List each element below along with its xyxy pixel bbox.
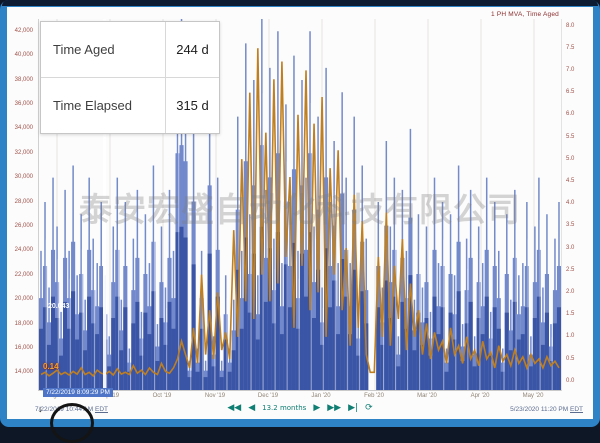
right-axis-tick: 3.5 — [566, 222, 574, 228]
month-label: May '20 — [516, 393, 550, 399]
orange-series-value-label: 0.14 — [43, 362, 59, 371]
right-axis-tick: 4.0 — [566, 200, 574, 206]
right-axis-tick: 2.0 — [566, 289, 574, 295]
left-axis-tick: 20,000 — [15, 296, 33, 302]
x-axis-labels: Aug '19Sep '19Oct '19Nov '19Dec '19Jan '… — [38, 393, 560, 403]
right-axis-tick: 1.5 — [566, 311, 574, 317]
series-legend: 1 PH MVA, Time Aged — [491, 11, 559, 18]
left-axis-tick: 38,000 — [15, 77, 33, 83]
month-label: Nov '19 — [198, 393, 232, 399]
left-axis-tick: 36,000 — [15, 101, 33, 107]
tooltip-row-time-elapsed: Time Elapsed 315 d — [41, 77, 219, 133]
step-forward-button[interactable]: ▶ — [313, 403, 320, 413]
chart-panel: 1 PH MVA, Time Aged 42,000 40,000 38,000 36… — [7, 7, 593, 419]
left-axis-tick: 16,000 — [15, 345, 33, 351]
tooltip-label: Time Elapsed — [41, 98, 165, 113]
tooltip-value: 244 d — [165, 22, 219, 77]
left-axis-tick: 28,000 — [15, 199, 33, 205]
left-axis-tick: 22,000 — [15, 272, 33, 278]
tooltip-value: 315 d — [165, 78, 219, 133]
end-time-timezone-link[interactable]: EDT — [570, 406, 583, 413]
right-axis-tick: 0.5 — [566, 356, 574, 362]
right-axis-tick: 7.0 — [566, 67, 574, 73]
skip-forward-button[interactable]: ▶▶ — [327, 403, 341, 413]
month-label: Oct '19 — [145, 393, 179, 399]
time-range-label: 13.2 months — [262, 404, 306, 412]
right-axis-tick: 5.5 — [566, 134, 574, 140]
jump-to-end-button[interactable]: ▶| — [348, 403, 358, 413]
left-axis-tick: 26,000 — [15, 223, 33, 229]
left-axis-tick: 18,000 — [15, 321, 33, 327]
value-tooltip-box: Time Aged 244 d Time Elapsed 315 d — [40, 21, 220, 134]
right-axis-tick: 6.5 — [566, 89, 574, 95]
left-axis-tick: 30,000 — [15, 174, 33, 180]
app-window: { "window": { "frame_color": "#2e83c6", … — [0, 0, 600, 427]
step-back-button[interactable]: ◀ — [248, 403, 255, 413]
right-axis-tick: 1.0 — [566, 333, 574, 339]
month-label: Apr '20 — [463, 393, 497, 399]
right-axis-tick: 3.0 — [566, 245, 574, 251]
month-label: Dec '19 — [251, 393, 285, 399]
left-axis-tick: 32,000 — [15, 150, 33, 156]
right-axis-ticks: 8.0 7.5 7.0 6.5 6.0 5.5 5.0 4.5 4.0 3.5 3.0 2.5 2.0 1… — [564, 19, 590, 390]
month-label: Mar '20 — [410, 393, 444, 399]
playback-toolbar: ◀◀◀13.2 months▶▶▶▶|⟳ — [227, 403, 372, 413]
right-axis-tick: 8.0 — [566, 23, 574, 29]
left-axis-tick: 24,000 — [15, 247, 33, 253]
refresh-button[interactable]: ⟳ — [365, 403, 373, 413]
skip-back-button[interactable]: ◀◀ — [227, 403, 241, 413]
hand-drawn-circle-annotation — [50, 403, 94, 443]
right-axis-tick: 7.5 — [566, 45, 574, 51]
chart-end-timestamp: 5/23/2020 11:20 PM EDT — [510, 406, 583, 413]
left-axis-tick: 34,000 — [15, 125, 33, 131]
blue-series-value-label: 20.043 — [48, 303, 69, 310]
right-axis-tick: 0.0 — [566, 378, 574, 384]
window-title-strip — [2, 0, 598, 6]
start-time-timezone-link[interactable]: EDT — [95, 406, 108, 413]
right-axis-tick: 5.0 — [566, 156, 574, 162]
end-time-text: 5/23/2020 11:20 PM — [510, 406, 568, 413]
left-axis-tick: 42,000 — [15, 28, 33, 34]
right-axis-tick: 6.0 — [566, 111, 574, 117]
tooltip-row-time-aged: Time Aged 244 d — [41, 22, 219, 77]
tooltip-label: Time Aged — [41, 42, 165, 57]
left-axis-tick: 40,000 — [15, 52, 33, 58]
month-label: Jan '20 — [304, 393, 338, 399]
left-axis-tick: 14,000 — [15, 369, 33, 375]
right-axis-tick: 4.5 — [566, 178, 574, 184]
left-axis-ticks: 42,000 40,000 38,000 36,000 34,000 32,000 30,0… — [7, 19, 36, 390]
download-arrow-icon[interactable]: ↓ — [38, 404, 43, 414]
cursor-timestamp-tooltip: 7/22/2019 8:09:29 PM — [43, 388, 113, 397]
right-axis-tick: 2.5 — [566, 267, 574, 273]
month-label: Feb '20 — [357, 393, 391, 399]
